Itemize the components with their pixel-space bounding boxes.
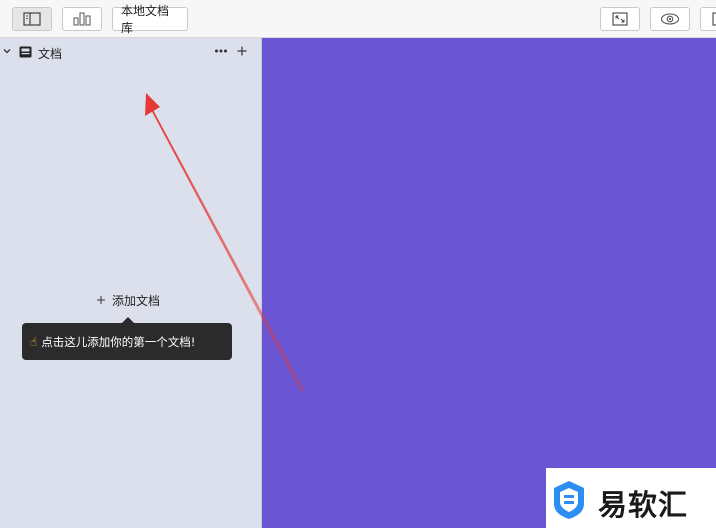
eye-icon (660, 13, 680, 25)
add-document-label: 添加文档 (112, 293, 161, 308)
add-document-button[interactable]: 添加文档 (90, 289, 166, 311)
expand-icon (612, 12, 628, 26)
inbox-icon (19, 46, 32, 58)
hierarchy-icon (73, 12, 91, 26)
panel-toggle-button[interactable] (700, 7, 716, 31)
pointing-hand-icon: ☝ (30, 334, 38, 349)
more-icon[interactable] (214, 46, 228, 56)
main-content-area (262, 38, 716, 528)
shield-logo-icon (554, 481, 584, 519)
structure-view-button[interactable] (62, 7, 102, 31)
onboarding-tooltip: ☝ 点击这儿添加你的第一个文档! (22, 317, 232, 360)
tree-root-row[interactable]: 文档 (0, 40, 261, 64)
sidebar: 文档 添加文档 ☝ 点击这儿添加你的第一个文档! (0, 38, 262, 528)
plus-icon[interactable] (236, 45, 248, 57)
chevron-down-icon[interactable] (2, 46, 12, 56)
local-library-button[interactable]: 本地文档库 (112, 4, 188, 35)
tooltip-text: 点击这儿添加你的第一个文档! (41, 334, 196, 349)
watermark: 易软汇 (546, 468, 716, 528)
fullscreen-button[interactable] (600, 7, 640, 31)
toggle-sidebar-button[interactable] (12, 7, 52, 31)
watermark-text: 易软汇 (598, 488, 689, 522)
main-background (262, 38, 716, 528)
sidebar-layout-icon (23, 12, 41, 26)
panel-icon (712, 12, 716, 26)
app-window: 本地文档库 文档 添加文档 ☝ 点击这儿添加你的第一个文档! 易软汇 (0, 0, 716, 528)
toolbar: 本地文档库 (0, 0, 716, 38)
preview-button[interactable] (650, 7, 690, 31)
local-library-label: 本地文档库 (121, 4, 170, 35)
plus-icon (97, 296, 105, 304)
tree-root-label: 文档 (38, 47, 63, 61)
